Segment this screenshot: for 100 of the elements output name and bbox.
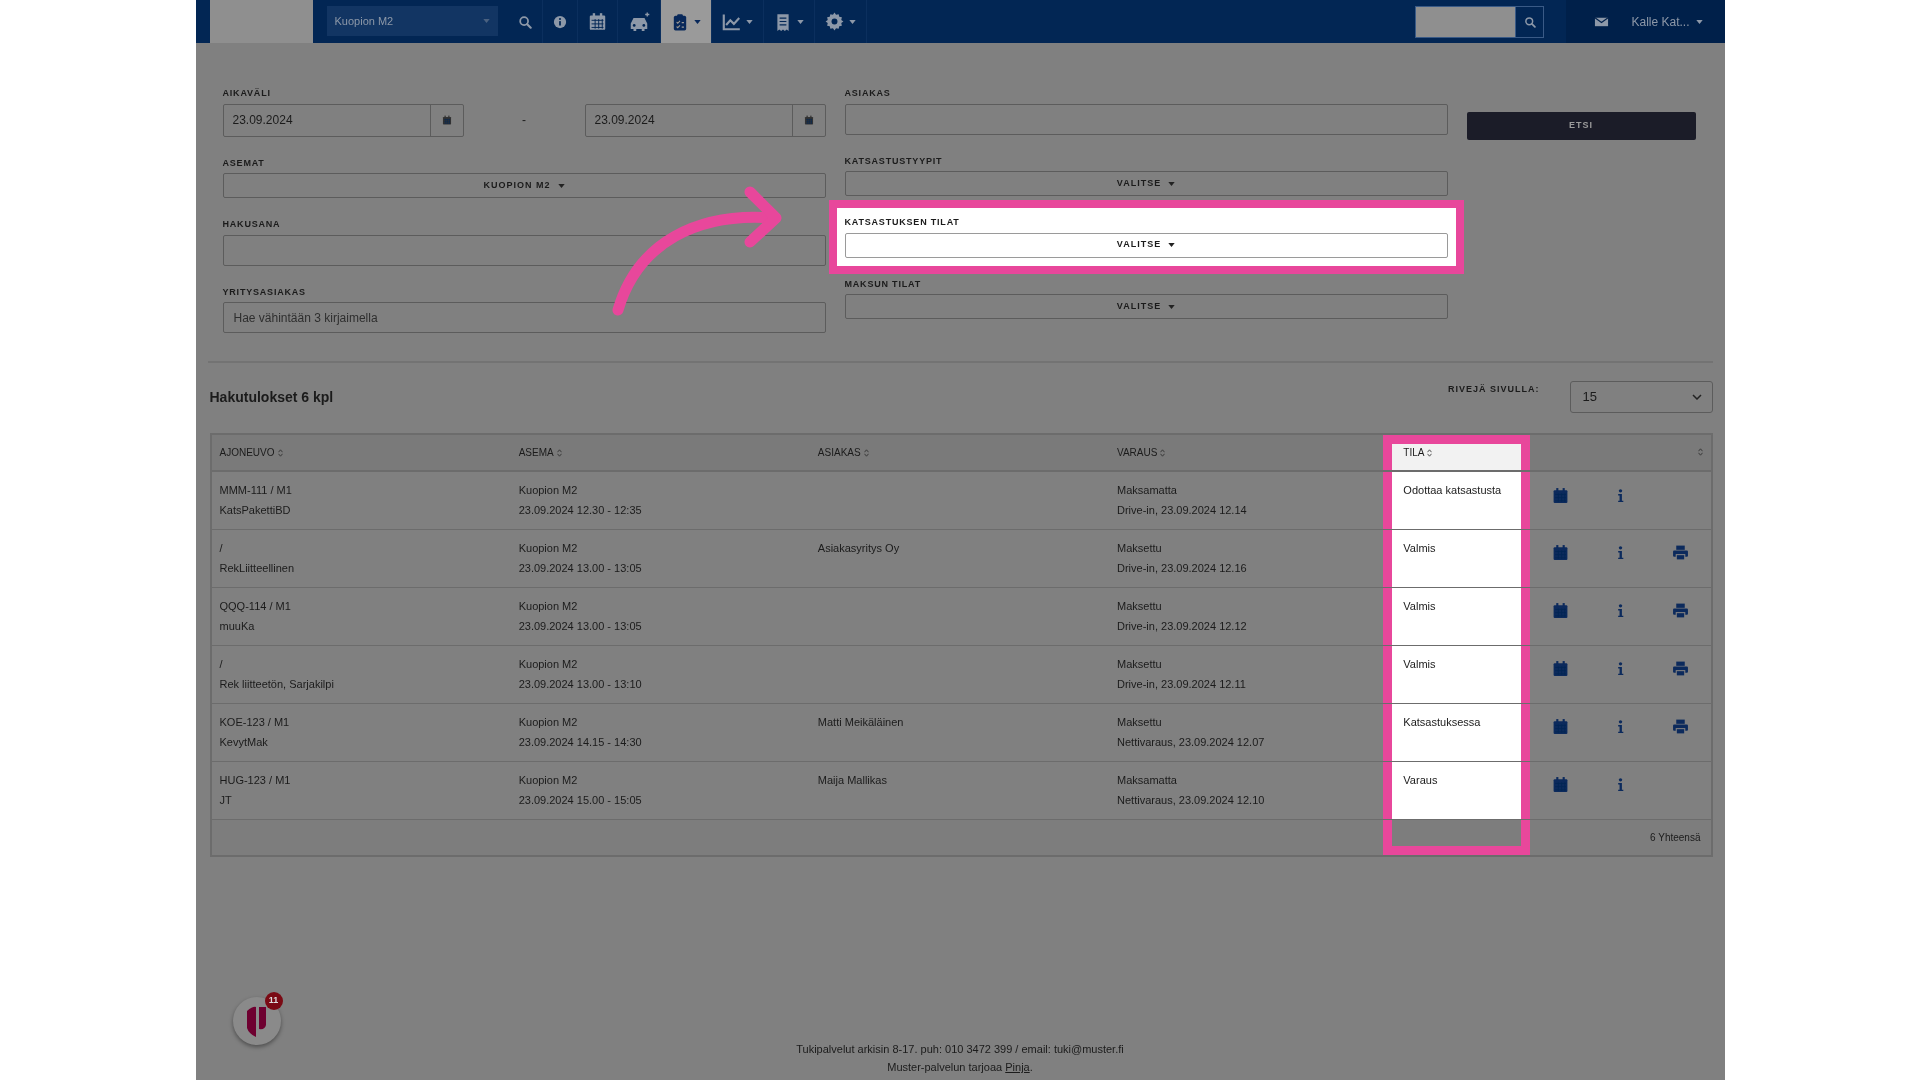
date-field[interactable]: 23.09.2024 — [222, 103, 464, 137]
search-button[interactable] — [1515, 5, 1545, 38]
table-cell-text: HUG-123 / M1 — [219, 772, 292, 788]
input-field[interactable] — [844, 103, 1448, 135]
table-cell-text: Maija Mallikas — [817, 772, 888, 788]
table-cell-text: Drive-in, 23.09.2024 12.16 — [1117, 560, 1248, 576]
field-label: HAKUSANA — [222, 218, 282, 231]
dropdown-button[interactable]: VALITSE — [844, 232, 1448, 258]
search-field[interactable] — [1415, 5, 1516, 38]
table-cell-text: Katsastuksessa — [1403, 714, 1482, 730]
table-cell-text: Maksettu — [1117, 598, 1163, 614]
table-cell-text: JT — [219, 792, 233, 808]
caret-icon — [1168, 304, 1176, 309]
table-cell-text: QQQ-114 / M1 — [219, 598, 292, 614]
caret-icon — [693, 19, 701, 24]
station-select[interactable]: Kuopion M2 — [326, 6, 498, 36]
table-cell-text: Maksettu — [1117, 656, 1163, 672]
table-cell-text: Odottaa katsastusta — [1403, 483, 1503, 498]
table-cell-text: Maksamatta — [1117, 483, 1178, 498]
calendar-icon — [441, 115, 452, 125]
table-cell-text: / — [219, 656, 224, 672]
sort-icon — [1697, 448, 1703, 456]
table-cell-text: Kuopion M2 — [518, 656, 579, 672]
table-cell-text: Matti Meikäläinen — [817, 714, 905, 730]
table-cell-text: Nettivaraus, 23.09.2024 12.10 — [1117, 792, 1266, 808]
caret-icon — [1168, 181, 1176, 186]
table-cell-text: 23.09.2024 15.00 - 15:05 — [518, 792, 643, 808]
table-cell-text: Kuopion M2 — [518, 714, 579, 730]
caret-icon — [1695, 19, 1703, 24]
column-header[interactable]: ASEMA — [510, 435, 810, 471]
caret-icon — [557, 183, 565, 188]
date-input[interactable]: 23.09.2024 — [585, 104, 792, 136]
calendar-icon — [1551, 776, 1569, 794]
dropdown-button[interactable]: KUOPION M2 — [222, 173, 826, 198]
input-field[interactable]: Hae vähintään 3 kirjaimella — [222, 302, 826, 333]
sort-icon — [277, 448, 283, 457]
date-separator: - — [521, 112, 527, 129]
caret-icon — [848, 19, 856, 24]
caret-icon — [745, 19, 753, 24]
results-title: Hakutulokset 6 kpl — [209, 387, 334, 407]
dropdown-button[interactable]: VALITSE — [844, 171, 1448, 196]
table-cell-text: KOE-123 / M1 — [219, 714, 291, 730]
table-cell-text: Rek liitteetön, Sarjakilpi — [219, 676, 335, 692]
table-cell-text: 23.09.2024 13.00 - 13:05 — [518, 560, 643, 576]
table-cell-text: Nettivaraus, 23.09.2024 12.07 — [1117, 734, 1266, 750]
date-input[interactable]: 23.09.2024 — [223, 104, 430, 136]
table-cell-text: Maksettu — [1117, 714, 1163, 730]
table-cell-text: RekLiitteellinen — [219, 560, 296, 576]
input-field[interactable] — [222, 234, 826, 266]
chat-button[interactable] — [232, 997, 281, 1045]
search-button[interactable]: ETSI — [1466, 112, 1696, 140]
table-cell-text: Drive-in, 23.09.2024 12.11 — [1117, 676, 1247, 692]
sort-icon — [1427, 448, 1433, 457]
sort-icon — [863, 448, 869, 457]
table-cell-text: Kuopion M2 — [518, 540, 579, 556]
total-count: 6 Yhteensä — [1650, 830, 1701, 845]
support-text: Tukipalvelut arkisin 8-17. puh: 010 3472 399 / email: tuki@muster.fi — [795, 1042, 1125, 1057]
settings-icon — [824, 12, 844, 31]
table-cell-text: Valmis — [1403, 656, 1437, 672]
table-cell-text: Maksettu — [1117, 540, 1163, 556]
chart-icon — [721, 12, 741, 31]
calendar-icon — [1551, 718, 1569, 736]
caret-icon — [796, 19, 804, 24]
column-header[interactable]: AJONEUVO — [211, 435, 511, 471]
date-field[interactable]: 23.09.2024 — [584, 103, 826, 137]
table-cell-text: 23.09.2024 13.00 - 13:10 — [518, 676, 643, 692]
table-cell-text: muuKa — [219, 618, 256, 634]
calendar-icon — [587, 12, 607, 31]
field-label: ASEMAT — [222, 156, 266, 170]
field-label: KATSASTUSTYYPIT — [844, 154, 944, 168]
table-cell-text: Maksamatta — [1117, 772, 1178, 788]
rows-per-page-label: RIVEJÄ SIVULLA: — [1448, 383, 1540, 397]
table-cell-text: Kuopion M2 — [518, 598, 579, 614]
search-icon — [1523, 15, 1536, 28]
calendar-icon — [1551, 486, 1569, 504]
notification-badge: 11 — [264, 992, 283, 1010]
table-cell-text: Drive-in, 23.09.2024 12.14 — [1117, 503, 1248, 518]
table-cell-text: Asiakasyritys Oy — [817, 540, 901, 556]
table-cell-text: MMM-111 / M1 — [219, 483, 293, 498]
calendar-icon — [803, 115, 814, 125]
provider-text: Muster-palvelun tarjoaa Pinja. — [886, 1060, 1034, 1075]
info-icon — [552, 14, 567, 29]
field-label: KATSASTUKSEN TILAT — [844, 216, 961, 229]
column-header[interactable]: ASIAKAS — [809, 435, 1109, 471]
table-cell-text: Kuopion M2 — [518, 483, 579, 498]
table-cell-text: 23.09.2024 13.00 - 13:05 — [518, 618, 643, 634]
dropdown-button[interactable]: VALITSE — [844, 294, 1448, 319]
table-cell-text: Valmis — [1403, 540, 1437, 556]
envelope-icon — [1594, 14, 1610, 29]
provider-link[interactable]: Pinja — [1005, 1061, 1030, 1073]
column-header[interactable]: VARAUS — [1109, 435, 1384, 471]
table-cell-text: 23.09.2024 12.30 - 12:35 — [518, 503, 643, 518]
table-cell-text: Kuopion M2 — [518, 772, 579, 788]
column-header[interactable]: TILA — [1383, 435, 1531, 471]
nav-menu-item[interactable] — [660, 0, 712, 43]
field-label: YRITYSASIAKAS — [222, 285, 307, 299]
rows-per-page-select[interactable]: 15 — [1569, 381, 1713, 413]
caret-icon — [1168, 243, 1176, 247]
sort-icon — [1160, 448, 1166, 457]
calendar-icon — [1551, 660, 1569, 678]
